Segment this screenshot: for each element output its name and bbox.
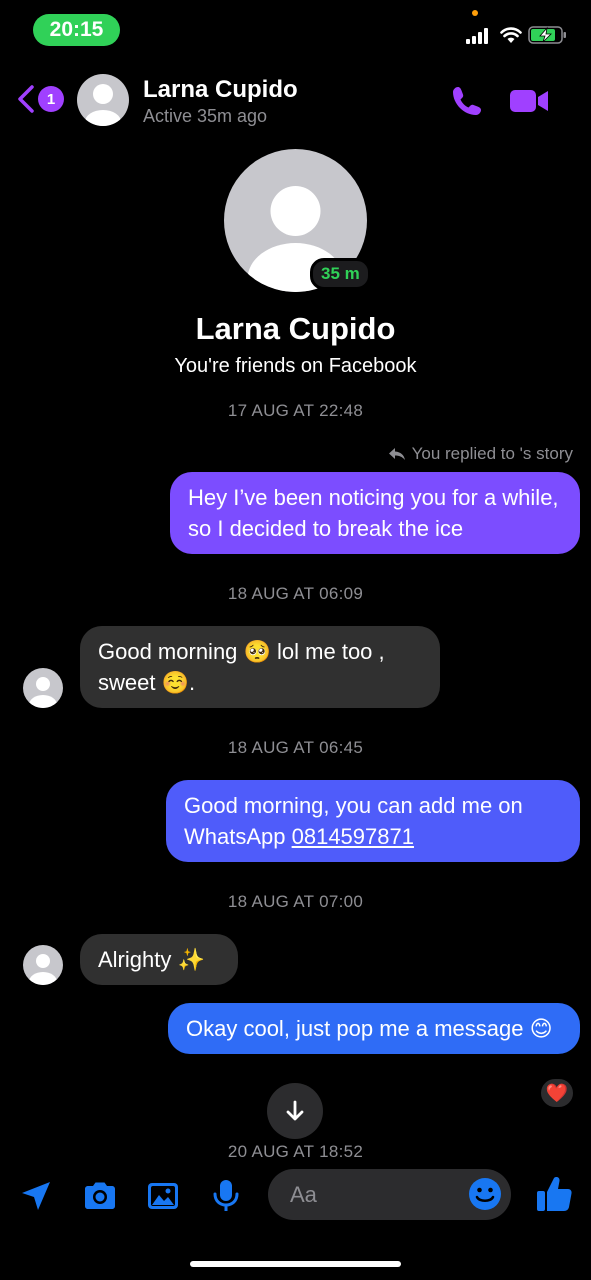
default-avatar-icon <box>29 677 57 708</box>
active-time-badge: 35 m <box>310 258 371 290</box>
story-reply-text: You replied to 's story <box>411 444 573 463</box>
message-timestamp: 18 AUG AT 07:00 <box>227 892 364 911</box>
heart-reaction[interactable]: ❤️ <box>538 1076 576 1110</box>
sender-avatar[interactable] <box>23 945 63 985</box>
image-icon[interactable] <box>145 1178 181 1214</box>
emoji-icon[interactable] <box>468 1177 502 1211</box>
message-timestamp: 18 AUG AT 06:09 <box>227 584 364 603</box>
video-camera-icon[interactable] <box>508 86 550 116</box>
battery-charging-icon <box>528 26 566 44</box>
home-indicator <box>190 1261 401 1267</box>
incoming-message[interactable]: Good morning 🥺 lol me too , sweet ☺️. <box>80 626 440 708</box>
story-reply-label: You replied to 's story <box>388 444 573 464</box>
back-button[interactable]: 1 <box>16 84 66 114</box>
message-text: Okay cool, just pop me a message 😊 <box>186 1016 553 1041</box>
contact-active-status: Active 35m ago <box>143 106 268 126</box>
message-input[interactable] <box>290 1169 460 1220</box>
conversation-header: 1 Larna Cupido Active 35m ago <box>0 70 591 132</box>
message-timestamp: 17 AUG AT 22:48 <box>227 401 364 420</box>
message-text: Good morning 🥺 lol me too , sweet ☺️. <box>98 639 385 695</box>
thumbs-up-icon[interactable] <box>535 1174 573 1214</box>
reply-arrow-icon <box>388 448 405 460</box>
header-avatar[interactable] <box>77 74 129 126</box>
microphone-icon[interactable] <box>208 1178 244 1214</box>
message-text: Hey I’ve been noticing you for a while, … <box>188 485 559 541</box>
sender-avatar[interactable] <box>23 668 63 708</box>
phone-icon[interactable] <box>450 84 484 118</box>
message-input-wrapper <box>268 1169 511 1220</box>
location-arrow-icon[interactable] <box>18 1178 54 1214</box>
phone-number-link[interactable]: 0814597871 <box>292 824 414 849</box>
default-avatar-icon <box>29 954 57 985</box>
status-bar: 20:15 <box>0 0 591 60</box>
cellular-signal-icon <box>466 28 488 44</box>
wifi-icon <box>500 27 522 43</box>
camera-icon[interactable] <box>82 1178 118 1214</box>
message-text: Alrighty ✨ <box>98 947 205 972</box>
message-timestamp: 18 AUG AT 06:45 <box>227 738 364 757</box>
outgoing-message[interactable]: Hey I’ve been noticing you for a while, … <box>170 472 580 554</box>
message-composer <box>0 1160 591 1230</box>
privacy-indicator-dot <box>472 10 478 16</box>
message-timestamp: 20 AUG AT 18:52 <box>227 1142 364 1161</box>
default-avatar-icon <box>85 84 121 126</box>
friendship-status: You're friends on Facebook <box>174 355 417 377</box>
unread-count-badge: 1 <box>38 86 64 112</box>
outgoing-message[interactable]: Good morning, you can add me on WhatsApp… <box>166 780 580 862</box>
outgoing-message[interactable]: Okay cool, just pop me a message 😊 <box>168 1003 580 1054</box>
incoming-message[interactable]: Alrighty ✨ <box>80 934 238 985</box>
contact-name[interactable]: Larna Cupido <box>143 76 298 104</box>
scroll-to-bottom-button[interactable] <box>267 1083 323 1139</box>
status-time: 20:15 <box>33 14 120 46</box>
profile-name: Larna Cupido <box>195 311 396 346</box>
back-chevron-icon <box>18 85 34 113</box>
arrow-down-icon <box>286 1100 304 1121</box>
